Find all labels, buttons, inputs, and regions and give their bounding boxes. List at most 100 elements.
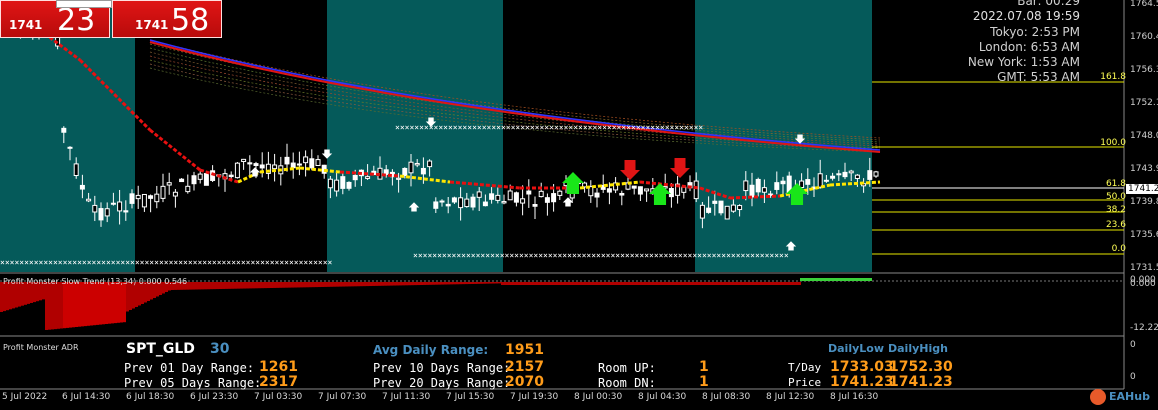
hist-bar-positive bbox=[815, 278, 818, 281]
hist-bar bbox=[729, 282, 732, 285]
candle-body bbox=[234, 162, 240, 179]
candle-body bbox=[191, 175, 197, 185]
hist-bar bbox=[561, 282, 564, 285]
hist-bar bbox=[783, 282, 786, 285]
hist-bar bbox=[78, 282, 81, 327]
hist-bar bbox=[441, 282, 444, 285]
adr-avg-label: Avg Daily Range: bbox=[373, 343, 489, 357]
hist-bar bbox=[519, 282, 522, 285]
hist-bar bbox=[630, 282, 633, 285]
hist-bar bbox=[699, 282, 702, 285]
x-marker-row: ××××××××××××××××××××××××××××××××××××××××… bbox=[0, 258, 333, 267]
hist-bar bbox=[99, 282, 102, 325]
hist-bar bbox=[402, 282, 405, 286]
candle-body bbox=[86, 198, 92, 202]
hist-bar-positive bbox=[806, 278, 809, 281]
hist-bar bbox=[660, 282, 663, 285]
hist-bar-positive bbox=[851, 278, 854, 281]
hist-bar bbox=[741, 282, 744, 285]
x-marker-row: ××××××××××××××××××××××××××××××××××××××××… bbox=[413, 251, 789, 260]
time-tick: 7 Jul 15:30 bbox=[446, 392, 495, 402]
hist-bar bbox=[546, 282, 549, 285]
prev10-label: Prev 10 Days Range: bbox=[373, 361, 511, 375]
hist-bar-positive bbox=[803, 278, 806, 281]
hist-bar bbox=[525, 282, 528, 285]
gmt-time: 5:53 AM bbox=[1030, 70, 1080, 84]
hist-bar bbox=[486, 282, 489, 284]
time-tick: 8 Jul 12:30 bbox=[766, 392, 815, 402]
hist-bar-positive bbox=[839, 278, 842, 281]
candle-body bbox=[501, 201, 507, 204]
hist-bar bbox=[639, 282, 642, 285]
candle-body bbox=[606, 188, 612, 193]
hist-bar bbox=[264, 282, 267, 289]
hist-bar bbox=[681, 282, 684, 285]
trading-chart-window: ××××××××××××××××××××××××××××××××××××××××… bbox=[0, 0, 1158, 410]
candle-body bbox=[737, 205, 743, 211]
time-tick: 7 Jul 19:30 bbox=[510, 392, 559, 402]
candle-body bbox=[817, 173, 823, 188]
hist-bar bbox=[345, 282, 348, 287]
prev10-value: 2157 bbox=[505, 359, 544, 375]
candle-body bbox=[340, 176, 346, 189]
hist-bar bbox=[582, 282, 585, 285]
hist-bar bbox=[102, 282, 105, 325]
bar-label: Bar: bbox=[1017, 0, 1042, 8]
candle-body bbox=[420, 167, 426, 175]
hist-bar-positive bbox=[842, 278, 845, 281]
candle-body bbox=[631, 185, 637, 189]
hist-bar bbox=[387, 282, 390, 286]
hist-bar bbox=[84, 282, 87, 327]
candle-body bbox=[315, 159, 321, 166]
hist-bar bbox=[600, 282, 603, 285]
hist-bar bbox=[243, 282, 246, 289]
clock-date: 2022.07.08 19:59 bbox=[972, 9, 1080, 23]
hist-bar bbox=[90, 282, 93, 326]
hist-bar bbox=[735, 282, 738, 285]
bid-pips: 23 bbox=[57, 3, 96, 38]
hist-bar bbox=[747, 282, 750, 285]
price-high: 1741.23 bbox=[889, 374, 953, 390]
candle-body bbox=[154, 193, 160, 203]
hist-bar bbox=[363, 282, 366, 287]
hist-bar bbox=[291, 282, 294, 288]
candle-body bbox=[253, 163, 259, 167]
hist-bar bbox=[321, 282, 324, 287]
candle-body bbox=[73, 163, 79, 177]
hist-bar bbox=[195, 282, 198, 290]
candle-body bbox=[526, 190, 532, 195]
candle-body bbox=[693, 180, 699, 200]
hist-bar bbox=[279, 282, 282, 288]
candle-body bbox=[520, 198, 526, 204]
hist-bar bbox=[492, 282, 495, 284]
hist-bar bbox=[705, 282, 708, 285]
price-tick: 1752.1 bbox=[1130, 98, 1158, 108]
candle-body bbox=[61, 127, 67, 133]
hist-bar bbox=[255, 282, 258, 289]
hist-bar bbox=[693, 282, 696, 285]
hist-bar bbox=[285, 282, 288, 288]
price-tick: 1735.6 bbox=[1130, 230, 1158, 240]
roomdn-label: Room DN: bbox=[598, 376, 656, 390]
indicator-axis-bottom: -12.226 bbox=[1130, 323, 1158, 333]
hist-bar bbox=[483, 282, 486, 284]
hist-bar bbox=[708, 282, 711, 285]
hist-bar bbox=[579, 282, 582, 285]
hist-bar-positive bbox=[869, 278, 872, 281]
candle-body bbox=[544, 197, 550, 203]
gmt-label: GMT: bbox=[997, 70, 1027, 84]
candle-body bbox=[445, 203, 451, 207]
hist-bar bbox=[594, 282, 597, 285]
hist-bar bbox=[456, 282, 459, 285]
hist-bar bbox=[69, 282, 72, 328]
session-band bbox=[0, 0, 135, 272]
hist-bar bbox=[537, 282, 540, 285]
hist-bar bbox=[216, 282, 219, 290]
hist-bar bbox=[354, 282, 357, 287]
hist-bar bbox=[513, 282, 516, 285]
hist-bar bbox=[489, 282, 492, 284]
hist-bar bbox=[669, 282, 672, 285]
hist-bar bbox=[648, 282, 651, 285]
hist-bar bbox=[414, 282, 417, 286]
hist-bar bbox=[312, 282, 315, 288]
